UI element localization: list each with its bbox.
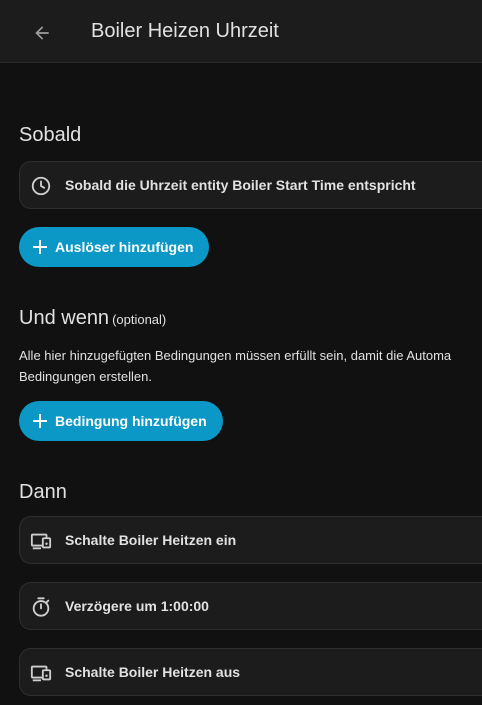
action-label-3: Schalte Boiler Heitzen aus — [65, 664, 241, 680]
conditions-description-line2: Bedingungen erstellen. — [19, 369, 152, 384]
add-condition-label: Bedingung hinzufügen — [55, 413, 207, 429]
conditions-description: Alle hier hinzugefügten Bedingungen müss… — [19, 345, 482, 387]
section-title-conditions: Und wenn (optional) — [19, 307, 166, 330]
section-title-triggers: Sobald — [19, 124, 82, 146]
back-button[interactable] — [28, 19, 56, 47]
section-title-actions: Dann — [19, 481, 67, 503]
add-trigger-label: Auslöser hinzufügen — [55, 239, 194, 255]
action-label-1: Schalte Boiler Heitzen ein — [65, 532, 237, 548]
clock-icon — [30, 175, 52, 197]
timer-icon — [30, 596, 52, 618]
action-card-3[interactable]: Schalte Boiler Heitzen aus — [19, 648, 482, 696]
conditions-description-line1: Alle hier hinzugefügten Bedingungen müss… — [19, 348, 452, 363]
trigger-card[interactable]: Sobald die Uhrzeit entity Boiler Start T… — [19, 161, 482, 209]
devices-icon — [30, 530, 52, 552]
action-card-2[interactable]: Verzögere um 1:00:00 — [19, 582, 482, 630]
optional-label: (optional) — [112, 312, 167, 327]
add-condition-button[interactable]: Bedingung hinzufügen — [19, 401, 223, 441]
plus-icon — [31, 412, 49, 430]
devices-icon — [30, 662, 52, 684]
action-card-1[interactable]: Schalte Boiler Heitzen ein — [19, 516, 482, 564]
add-trigger-button[interactable]: Auslöser hinzufügen — [19, 227, 210, 267]
top-app-bar: Boiler Heizen Uhrzeit — [0, 0, 482, 63]
plus-icon — [31, 238, 49, 256]
arrow-left-icon — [35, 26, 49, 40]
conditions-title: Und wenn — [19, 307, 110, 329]
trigger-label: Sobald die Uhrzeit entity Boiler Start T… — [65, 177, 416, 193]
page-title: Boiler Heizen Uhrzeit — [91, 20, 279, 42]
action-label-2: Verzögere um 1:00:00 — [65, 598, 209, 614]
